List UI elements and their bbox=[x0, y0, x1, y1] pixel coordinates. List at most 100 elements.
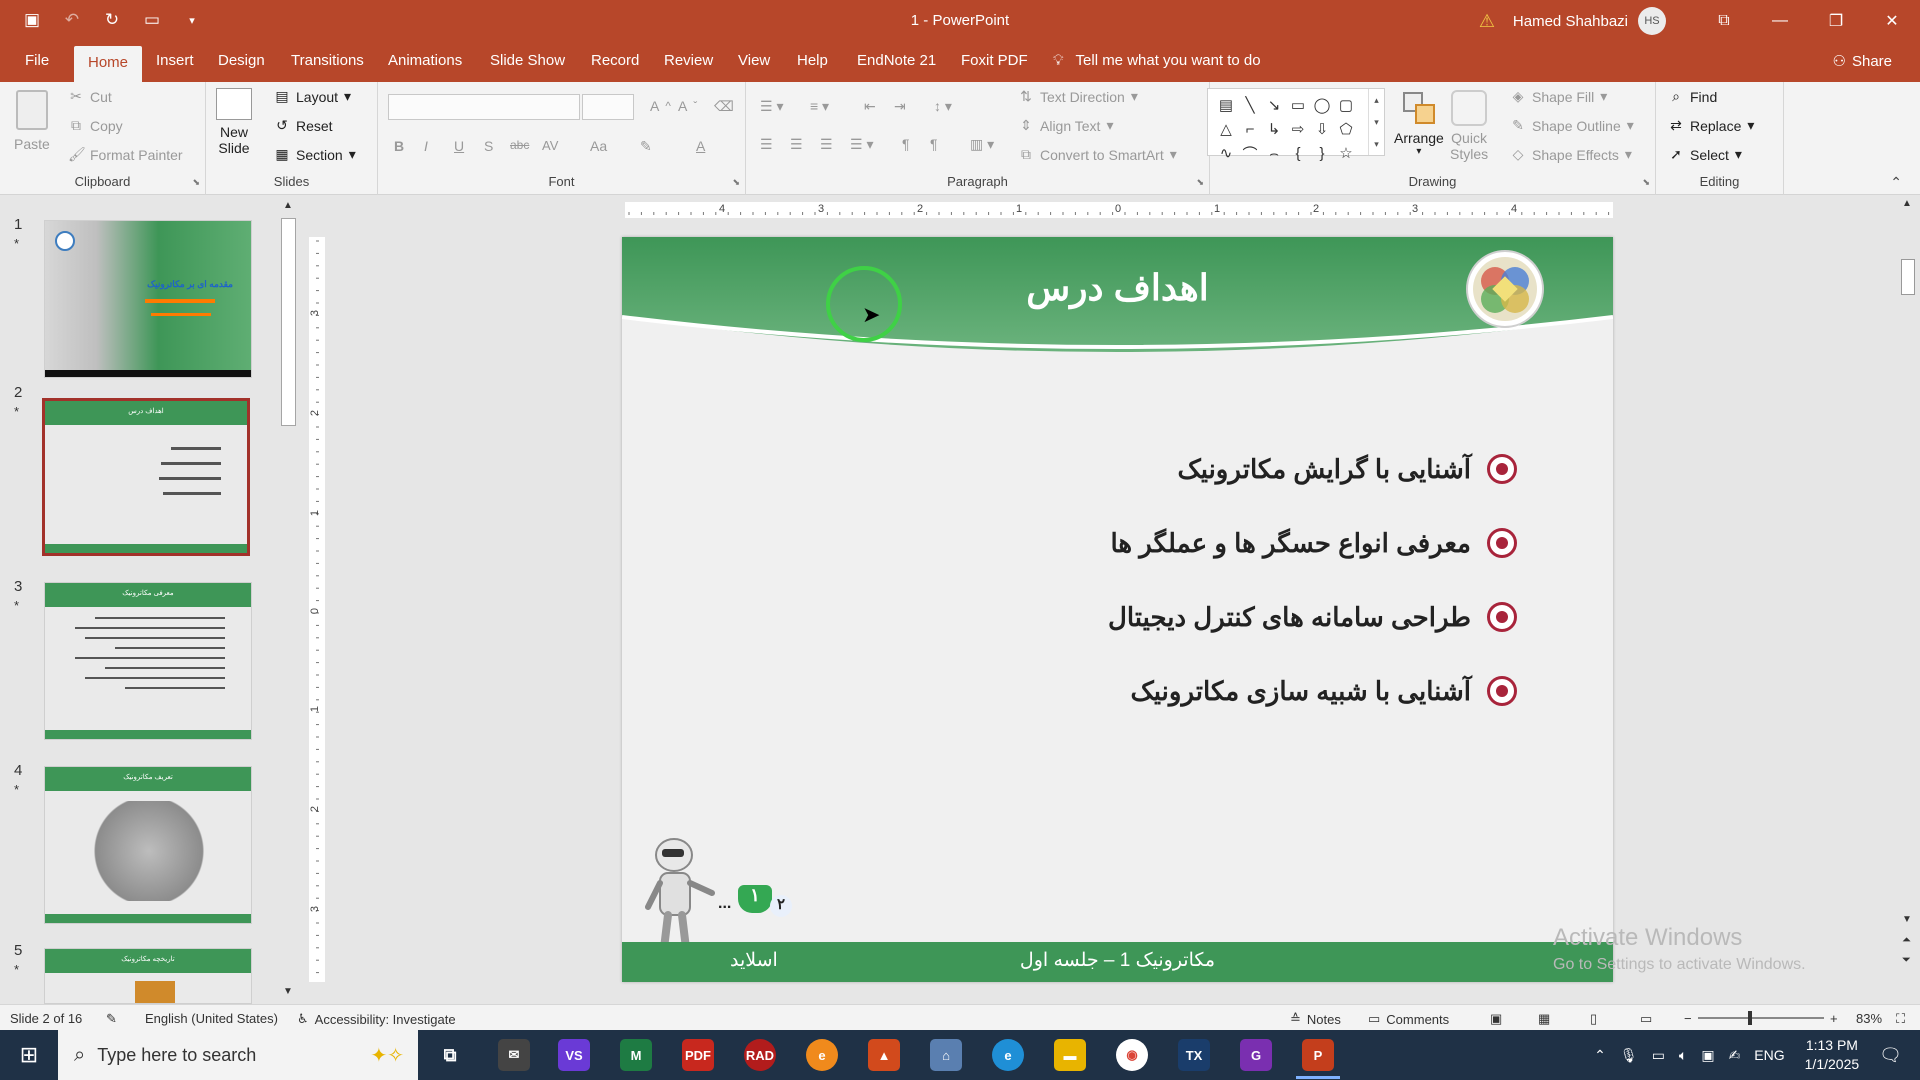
shadow-button[interactable]: S bbox=[484, 138, 493, 154]
curve-icon[interactable]: ∿ bbox=[1214, 141, 1238, 165]
slide-counter[interactable]: Slide 2 of 16 bbox=[10, 1011, 82, 1026]
zoom-out-icon[interactable]: − bbox=[1684, 1011, 1692, 1026]
tab-endnote[interactable]: EndNote 21 bbox=[857, 52, 936, 69]
powerpoint-icon[interactable]: P bbox=[1302, 1039, 1334, 1071]
previous-slide-icon[interactable]: ⏶ bbox=[1902, 934, 1911, 947]
scroll-up-icon[interactable]: ▲ bbox=[283, 200, 293, 211]
slide-canvas[interactable]: اهداف درس آشنایی با گرایش مکاترونیک معرف… bbox=[622, 237, 1613, 982]
rectangle-icon[interactable]: ▭ bbox=[1286, 93, 1310, 117]
tab-slide-show[interactable]: Slide Show bbox=[490, 52, 565, 69]
left-brace-icon[interactable]: { bbox=[1286, 141, 1310, 165]
star-icon[interactable]: ☆ bbox=[1334, 141, 1358, 165]
layout-button[interactable]: ▤ Layout ▾ bbox=[274, 88, 351, 105]
down-arrow-icon[interactable]: ⇩ bbox=[1310, 117, 1334, 141]
char-spacing-button[interactable]: AV bbox=[542, 138, 558, 153]
slides-panel-scroll-thumb[interactable] bbox=[281, 218, 296, 426]
next-slide-icon[interactable]: ⏷ bbox=[1902, 954, 1911, 967]
bullets-icon[interactable]: ☰ ▾ bbox=[760, 98, 783, 115]
drawing-launcher-icon[interactable]: ⬊ bbox=[1642, 177, 1650, 188]
tab-review[interactable]: Review bbox=[664, 52, 713, 69]
oval-icon[interactable]: ◯ bbox=[1310, 93, 1334, 117]
zoom-in-icon[interactable]: + bbox=[1830, 1011, 1838, 1026]
list-item[interactable]: معرفی انواع حسگر ها و عملگر ها bbox=[1108, 506, 1517, 580]
task-view-icon[interactable]: ⧉ bbox=[434, 1039, 466, 1071]
elbow-icon[interactable]: ⌐ bbox=[1238, 117, 1262, 141]
right-brace-icon[interactable]: } bbox=[1310, 141, 1334, 165]
tab-design[interactable]: Design bbox=[218, 52, 265, 69]
file-explorer-icon[interactable]: ▬ bbox=[1054, 1039, 1086, 1071]
zoom-level[interactable]: 83% bbox=[1856, 1011, 1882, 1026]
paste-button[interactable]: Paste bbox=[14, 90, 50, 152]
change-case-button[interactable]: Aa bbox=[590, 138, 607, 154]
slide-thumbnail-2[interactable]: اهداف درس bbox=[42, 398, 250, 556]
bullet-list[interactable]: آشنایی با گرایش مکاترونیک معرفی انواع حس… bbox=[1108, 432, 1517, 728]
restore-icon[interactable]: ❐ bbox=[1808, 0, 1864, 42]
spellcheck-icon[interactable]: ✎ bbox=[106, 1011, 117, 1027]
ltr-icon[interactable]: ¶ bbox=[902, 136, 910, 152]
pdf-app-icon[interactable]: PDF bbox=[682, 1039, 714, 1071]
format-painter-button[interactable]: 🖌︎ Format Painter bbox=[68, 146, 183, 163]
shapes-gallery[interactable]: ▤ ╲ ↘ ▭ ◯ ▢ △ ⌐ ↳ ⇨ ⇩ ⬠ ∿ ⌒ ⌢{} ☆ ▴ ▾ ▾ bbox=[1207, 88, 1385, 163]
tab-transitions[interactable]: Transitions bbox=[291, 52, 364, 69]
close-icon[interactable]: ✕ bbox=[1864, 0, 1920, 42]
tab-home[interactable]: Home bbox=[74, 46, 143, 82]
tab-view[interactable]: View bbox=[738, 52, 770, 69]
align-right-icon[interactable]: ☰ bbox=[820, 136, 833, 153]
section-button[interactable]: ▦ Section ▾ bbox=[274, 146, 355, 163]
triangle-icon[interactable]: △ bbox=[1214, 117, 1238, 141]
slide-thumbnail-1[interactable]: مقدمه ای بر مکاترونیک bbox=[44, 220, 252, 378]
display-icon[interactable]: ▣ bbox=[1701, 1047, 1714, 1064]
rad-app-icon[interactable]: RAD bbox=[744, 1039, 776, 1071]
clock[interactable]: 1:13 PM 1/1/2025 bbox=[1805, 1036, 1860, 1074]
chrome-icon[interactable]: ◉ bbox=[1116, 1039, 1148, 1071]
columns-icon[interactable]: ▥ ▾ bbox=[970, 136, 994, 153]
paragraph-launcher-icon[interactable]: ⬊ bbox=[1196, 177, 1204, 188]
pen-icon[interactable]: ✍︎ bbox=[1729, 1047, 1741, 1064]
decrease-indent-icon[interactable]: ⇤ bbox=[864, 98, 876, 115]
list-item[interactable]: آشنایی با شبیه سازی مکاترونیک bbox=[1108, 654, 1517, 728]
freeform-icon[interactable]: ⌢ bbox=[1262, 141, 1286, 165]
increase-indent-icon[interactable]: ⇥ bbox=[894, 98, 906, 115]
highlight-icon[interactable]: ✎ bbox=[640, 138, 652, 155]
editor-scrollbar[interactable]: ▲ ▼ ⏶ ⏷ bbox=[1896, 196, 1920, 1004]
cut-button[interactable]: ✂ Cut bbox=[68, 88, 112, 105]
arc-icon[interactable]: ⌒ bbox=[1238, 141, 1262, 165]
slide-sorter-icon[interactable]: ▦ bbox=[1538, 1011, 1550, 1027]
user-name[interactable]: Hamed Shahbazi bbox=[1513, 13, 1628, 30]
comments-button[interactable]: ▭ Comments bbox=[1368, 1011, 1449, 1027]
shape-fill-button[interactable]: ◈ Shape Fill ▾ bbox=[1510, 88, 1608, 105]
line-icon[interactable]: ╲ bbox=[1238, 93, 1262, 117]
new-slide-button[interactable]: New Slide bbox=[216, 88, 252, 156]
right-arrow-icon[interactable]: ⇨ bbox=[1286, 117, 1310, 141]
chart-app-icon[interactable]: M bbox=[620, 1039, 652, 1071]
shape-effects-button[interactable]: ◇ Shape Effects ▾ bbox=[1510, 146, 1632, 163]
editor-scroll-thumb[interactable] bbox=[1901, 259, 1915, 295]
rounded-rect-icon[interactable]: ▢ bbox=[1334, 93, 1358, 117]
tab-animations[interactable]: Animations bbox=[388, 52, 462, 69]
align-text-button[interactable]: ⇕ Align Text ▾ bbox=[1018, 117, 1113, 134]
bold-button[interactable]: B bbox=[394, 138, 404, 154]
gallery-more-icon[interactable]: ▴ ▾ ▾ bbox=[1368, 89, 1384, 155]
copy-button[interactable]: ⧉ Copy bbox=[68, 117, 123, 134]
list-item[interactable]: طراحی سامانه های کنترل دیجیتال bbox=[1108, 580, 1517, 654]
minimize-icon[interactable]: — bbox=[1752, 0, 1808, 42]
normal-view-icon[interactable]: ▣ bbox=[1490, 1011, 1502, 1027]
underline-button[interactable]: U bbox=[454, 138, 464, 154]
text-direction-button[interactable]: ⇅ Text Direction ▾ bbox=[1018, 88, 1138, 105]
convert-smartart-button[interactable]: ⧉ Convert to SmartArt ▾ bbox=[1018, 146, 1177, 163]
matlab-icon[interactable]: ▲ bbox=[868, 1039, 900, 1071]
slide-thumbnail-3[interactable]: معرفی مکاترونیک bbox=[44, 582, 252, 740]
pentagon-icon[interactable]: ⬠ bbox=[1334, 117, 1358, 141]
fit-slide-icon[interactable]: ⛶ bbox=[1896, 1011, 1905, 1027]
volume-icon[interactable]: 🔈︎ bbox=[1679, 1047, 1687, 1064]
strikethrough-button[interactable]: abc bbox=[510, 138, 529, 152]
list-item[interactable]: آشنایی با گرایش مکاترونیک bbox=[1108, 432, 1517, 506]
find-button[interactable]: ⌕ Find bbox=[1668, 88, 1717, 105]
font-name-box[interactable] bbox=[388, 94, 580, 120]
language-status[interactable]: English (United States) bbox=[145, 1011, 278, 1026]
tab-file[interactable]: File bbox=[25, 52, 49, 69]
tab-foxit-pdf[interactable]: Foxit PDF bbox=[961, 52, 1028, 69]
collapse-ribbon-icon[interactable]: ⌃ bbox=[1890, 174, 1902, 191]
battery-icon[interactable]: ▭ bbox=[1652, 1047, 1665, 1064]
scroll-down-icon[interactable]: ▼ bbox=[283, 986, 293, 997]
